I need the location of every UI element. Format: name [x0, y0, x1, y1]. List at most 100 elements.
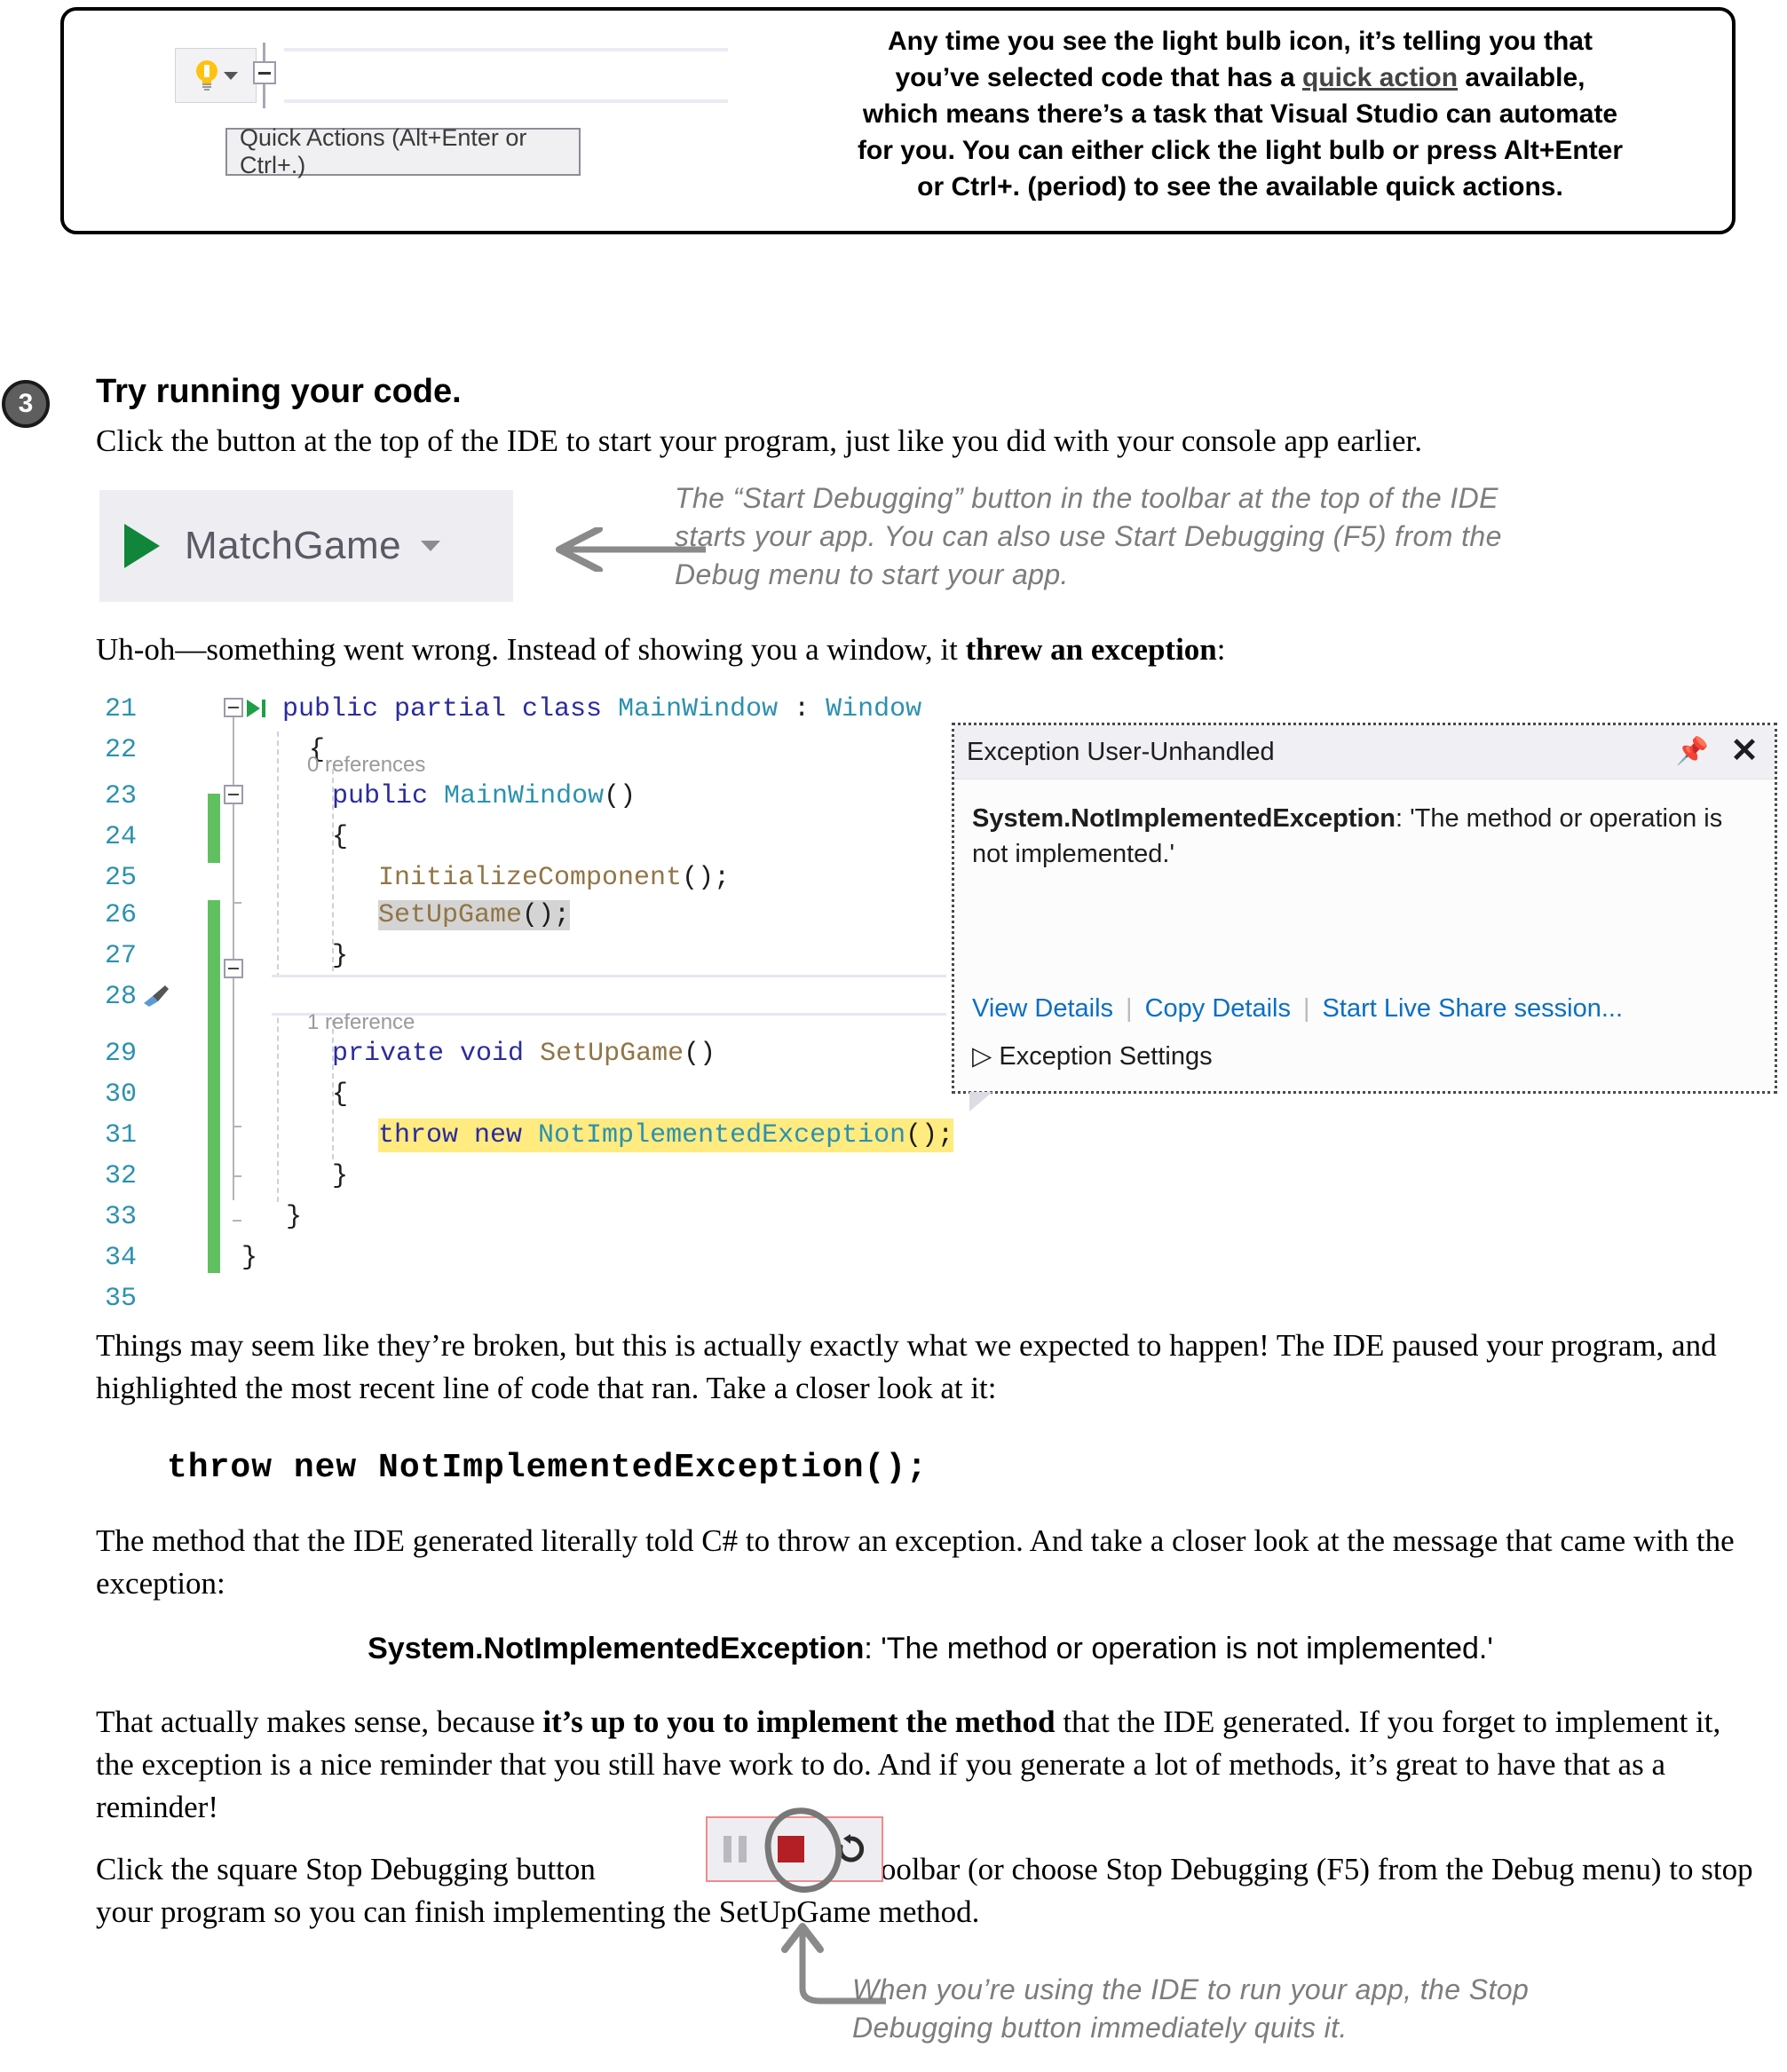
- line-number: 33: [104, 1202, 137, 1232]
- exception-message-label: : 'The method or operation is not implem…: [864, 1632, 1493, 1665]
- run-to-cursor-bar: [262, 700, 265, 717]
- exception-settings-row[interactable]: ▷ Exception Settings: [972, 1040, 1213, 1072]
- code-line-27[interactable]: }: [332, 941, 348, 971]
- line-number: 30: [104, 1079, 137, 1110]
- pin-icon[interactable]: 📌: [1676, 736, 1709, 767]
- fold-line-class: [233, 717, 234, 904]
- paragraph-3-bold: it’s up to you to implement the method: [542, 1704, 1056, 1739]
- paragraph-4: Click the square Stop Debugging button i…: [96, 1848, 1765, 1934]
- change-bar-1: [208, 794, 220, 863]
- paragraph-3: That actually makes sense, because it’s …: [96, 1701, 1765, 1829]
- exception-panel-tail: [969, 1092, 992, 1111]
- inline-code-throw: throw new NotImplementedException();: [167, 1449, 928, 1487]
- light-bulb-widget[interactable]: [175, 48, 257, 103]
- callout-line-2a: you’ve selected code that has a: [895, 63, 1303, 92]
- code-line-30[interactable]: {: [332, 1079, 348, 1110]
- line-number: 27: [104, 941, 137, 971]
- line-number: 28: [104, 982, 137, 1012]
- exception-intro-before: Uh-oh—something went wrong. Instead of s…: [96, 632, 966, 667]
- exception-message-body: System.NotImplementedException: 'The met…: [954, 779, 1775, 872]
- callout-line-4: for you. You can either click the light …: [857, 136, 1624, 165]
- code-line-33[interactable]: }: [286, 1202, 302, 1232]
- exception-panel-header: Exception User-Unhandled 📌 ✕: [954, 725, 1775, 779]
- exception-message-callout: System.NotImplementedException: 'The met…: [96, 1632, 1765, 1666]
- exception-panel-title: Exception User-Unhandled: [967, 737, 1275, 766]
- paragraph-1: Things may seem like they’re broken, but…: [96, 1328, 1717, 1405]
- indent-guide-1: [277, 732, 279, 1202]
- code-line-23[interactable]: public MainWindow(): [332, 781, 636, 811]
- step-description: Click the button at the top of the IDE t…: [96, 423, 1422, 458]
- copy-details-link[interactable]: Copy Details: [1145, 994, 1291, 1024]
- code-line-32[interactable]: }: [332, 1161, 348, 1191]
- exception-actions-row: View Details | Copy Details | Start Live…: [972, 994, 1623, 1024]
- close-icon[interactable]: ✕: [1730, 731, 1759, 771]
- stop-debugging-annotation: When you’re using the IDE to run your ap…: [852, 1973, 1530, 2044]
- code-line-25[interactable]: InitializeComponent();: [378, 863, 730, 893]
- fold-icon-class[interactable]: [224, 698, 243, 717]
- view-details-link[interactable]: View Details: [972, 994, 1113, 1024]
- change-bar-2: [208, 900, 220, 1273]
- chevron-down-icon[interactable]: [224, 71, 238, 80]
- callout-line-1: Any time you see the light bulb icon, it…: [888, 27, 1593, 56]
- quick-actions-tooltip-label: Quick Actions (Alt+Enter or Ctrl+.): [240, 124, 527, 178]
- fold-icon-ctor[interactable]: [224, 785, 243, 804]
- play-triangle-icon: [124, 524, 160, 568]
- code-line-21[interactable]: public partial class MainWindow : Window: [282, 694, 921, 724]
- exception-type-label: System.NotImplementedException: [368, 1632, 865, 1665]
- paragraph-4-before: Click the square Stop Debugging button: [96, 1852, 596, 1886]
- code-line-31[interactable]: throw new NotImplementedException();: [378, 1119, 954, 1152]
- code-editor[interactable]: ✕ 21 22 23 24 25 26 27 28 29 30 31 32 33…: [85, 689, 1044, 1314]
- quick-action-link[interactable]: quick action: [1302, 63, 1458, 92]
- link-divider: |: [1303, 994, 1310, 1023]
- code-line-24[interactable]: {: [332, 822, 348, 852]
- fold-tick-3: [233, 1175, 241, 1177]
- code-line-34[interactable]: }: [241, 1243, 257, 1273]
- step-number-badge: 3: [2, 380, 50, 428]
- pause-icon[interactable]: [723, 1836, 747, 1862]
- exception-intro-line: Uh-oh—something went wrong. Instead of s…: [96, 632, 1765, 668]
- editor-line-placeholder: [284, 48, 728, 103]
- fold-line-method: [233, 978, 234, 1200]
- line-number: 35: [104, 1284, 137, 1314]
- start-debugging-annotation: The “Start Debugging” button in the tool…: [675, 482, 1502, 590]
- fold-tick-2: [233, 1126, 241, 1127]
- light-bulb-callout-box: Quick Actions (Alt+Enter or Ctrl+.) Any …: [60, 7, 1736, 234]
- chevron-right-icon: ▷: [972, 1042, 992, 1071]
- start-live-share-link[interactable]: Start Live Share session...: [1323, 994, 1624, 1024]
- run-to-cursor-icon[interactable]: [247, 700, 260, 717]
- line-number: 29: [104, 1039, 137, 1069]
- fold-tick-4: [233, 1220, 241, 1222]
- link-divider: |: [1126, 994, 1133, 1023]
- line-number: 34: [104, 1243, 137, 1273]
- callout-text: Any time you see the light bulb icon, it…: [774, 23, 1706, 205]
- callout-line-2b: available,: [1458, 63, 1585, 92]
- chevron-down-icon[interactable]: [421, 541, 441, 551]
- collapse-fold-icon[interactable]: [253, 61, 276, 84]
- line-number: 24: [104, 822, 137, 852]
- exception-type-label: System.NotImplementedException: [972, 804, 1396, 833]
- start-debugging-button[interactable]: MatchGame: [99, 490, 513, 602]
- code-line-26[interactable]: SetUpGame();: [378, 900, 571, 930]
- code-reference-count-method[interactable]: 1 reference: [307, 1010, 415, 1035]
- paragraph-2: The method that the IDE generated litera…: [96, 1523, 1735, 1601]
- line-number: 22: [104, 735, 137, 765]
- exception-intro-bold: threw an exception: [965, 632, 1217, 667]
- line-number: 25: [104, 863, 137, 893]
- code-line-29[interactable]: private void SetUpGame(): [332, 1039, 716, 1069]
- exception-popup-panel[interactable]: Exception User-Unhandled 📌 ✕ System.NotI…: [952, 723, 1777, 1094]
- line-number: 31: [104, 1120, 137, 1151]
- code-reference-count-ctor[interactable]: 0 references: [307, 753, 425, 778]
- line-number: 21: [104, 694, 137, 724]
- exception-intro-after: :: [1216, 632, 1226, 667]
- light-bulb-icon: [194, 60, 220, 91]
- step-title: Try running your code.: [96, 373, 462, 410]
- line-number: 23: [104, 781, 137, 811]
- callout-line-5: or Ctrl+. (period) to see the available …: [917, 172, 1563, 202]
- brush-icon: [144, 985, 169, 1007]
- fold-icon-method[interactable]: [224, 959, 243, 978]
- quick-actions-tooltip: Quick Actions (Alt+Enter or Ctrl+.): [225, 124, 581, 178]
- start-debugging-label: MatchGame: [185, 524, 402, 567]
- paragraph-3-before: That actually makes sense, because: [96, 1704, 543, 1739]
- line-number: 26: [104, 900, 137, 930]
- exception-settings-label: Exception Settings: [999, 1042, 1213, 1071]
